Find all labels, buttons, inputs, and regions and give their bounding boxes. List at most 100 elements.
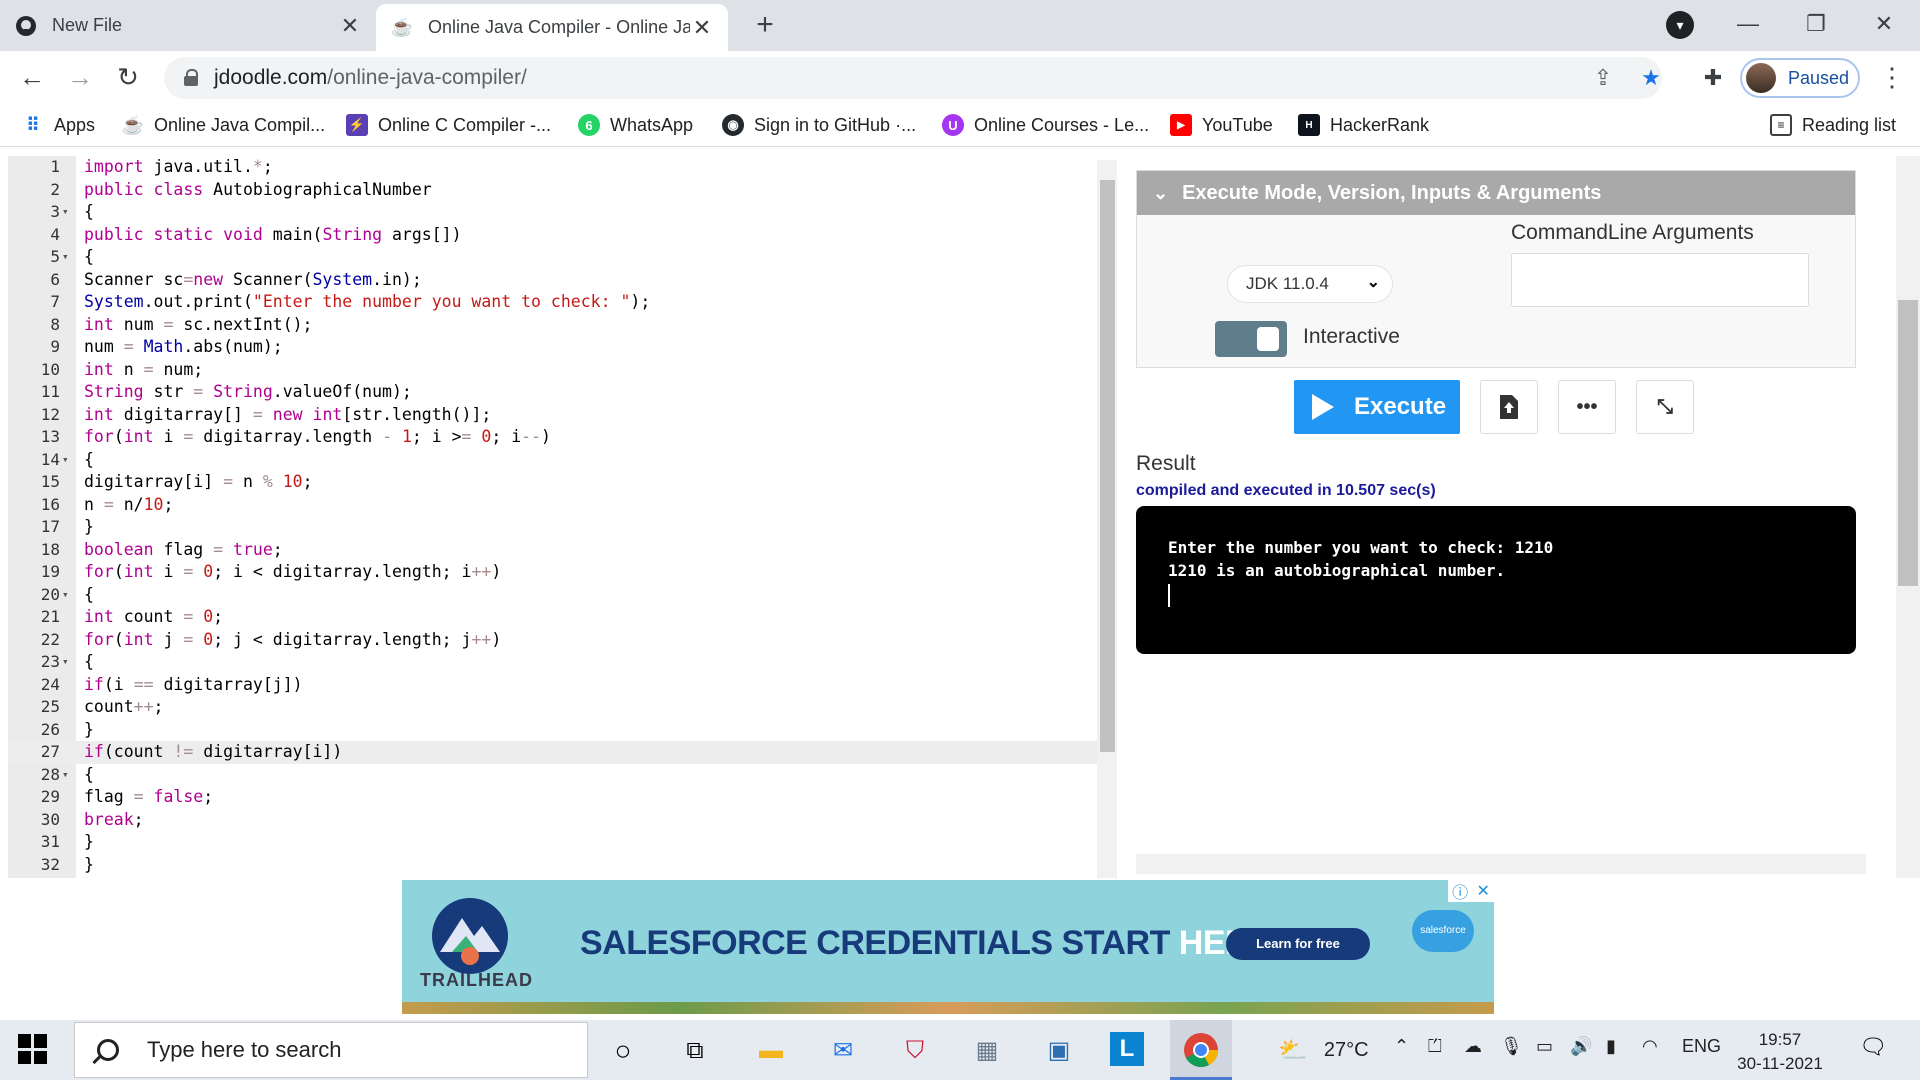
- code-line[interactable]: 27 if(count != digitarray[i]): [8, 741, 1108, 764]
- cmd-args-input[interactable]: [1511, 253, 1809, 307]
- more-options-button[interactable]: •••: [1558, 380, 1616, 434]
- reload-button[interactable]: ↻: [108, 57, 148, 97]
- fold-toggle-icon[interactable]: ▾: [62, 584, 74, 607]
- code-line[interactable]: 32}: [8, 854, 1108, 877]
- notification-icon[interactable]: 🗨: [1858, 1034, 1888, 1064]
- bookmark-youtube[interactable]: ▶ YouTube: [1170, 111, 1273, 139]
- code-line[interactable]: 30 break;: [8, 809, 1108, 832]
- bookmark-github[interactable]: ◉ Sign in to GitHub ·...: [722, 111, 916, 139]
- close-icon[interactable]: ✕: [690, 15, 714, 41]
- microphone-icon[interactable]: 🎙: [1500, 1036, 1523, 1057]
- more-menu-icon[interactable]: ⋮: [1872, 57, 1912, 97]
- extensions-icon[interactable]: ✚: [1694, 59, 1732, 97]
- forward-button[interactable]: →: [60, 57, 100, 97]
- code-line[interactable]: 22 for(int j = 0; j < digitarray.length; …: [8, 629, 1108, 652]
- back-button[interactable]: ←: [12, 57, 52, 97]
- ad-controls[interactable]: ⓘ ✕: [1448, 880, 1494, 902]
- fold-toggle-icon[interactable]: ▾: [62, 449, 74, 472]
- code-line[interactable]: 29 flag = false;: [8, 786, 1108, 809]
- upload-file-button[interactable]: [1480, 380, 1538, 434]
- code-line[interactable]: 8 int num = sc.nextInt();: [8, 314, 1108, 337]
- code-line[interactable]: 23 ▾ {: [8, 651, 1108, 674]
- wifi-icon[interactable]: ◠: [1642, 1036, 1658, 1057]
- code-line[interactable]: 2 public class AutobiographicalNumber: [8, 179, 1108, 202]
- execute-options-header[interactable]: ⌄ Execute Mode, Version, Inputs & Argume…: [1137, 171, 1855, 215]
- mail-icon[interactable]: ✉: [824, 1032, 862, 1070]
- code-line[interactable]: 14 ▾ {: [8, 449, 1108, 472]
- code-line[interactable]: 21 int count = 0;: [8, 606, 1108, 629]
- code-line[interactable]: 13 for(int i = digitarray.length - 1; i >…: [8, 426, 1108, 449]
- code-line[interactable]: 25 count++;: [8, 696, 1108, 719]
- code-line[interactable]: 19 for(int i = 0; i < digitarray.length; …: [8, 561, 1108, 584]
- language-indicator[interactable]: ENG: [1682, 1036, 1721, 1057]
- ad-banner[interactable]: TRAILHEAD SALESFORCE CREDENTIALS START H…: [402, 880, 1494, 1014]
- weather-widget[interactable]: ⛅ 27°C: [1278, 1036, 1369, 1065]
- bookmark-apps[interactable]: ⠿ Apps: [22, 111, 95, 139]
- taskbar-search-box[interactable]: Type here to search: [74, 1022, 588, 1078]
- bookmark-hackerrank[interactable]: H HackerRank: [1298, 111, 1429, 139]
- task-view-icon[interactable]: ⧉: [676, 1032, 714, 1070]
- page-scrollbar-thumb[interactable]: [1898, 300, 1918, 586]
- code-line[interactable]: 10 int n = num;: [8, 359, 1108, 382]
- close-icon[interactable]: ✕: [338, 13, 362, 39]
- ad-info-icon[interactable]: ⓘ: [1452, 880, 1468, 903]
- reading-list-button[interactable]: ≡ Reading list: [1770, 111, 1896, 139]
- code-editor[interactable]: 1 import java.util.*; 2 public class Autobi…: [8, 156, 1108, 878]
- code-line[interactable]: 24 if(i == digitarray[j]): [8, 674, 1108, 697]
- bookmark-online-java-compiler[interactable]: ☕ Online Java Compil...: [122, 111, 325, 139]
- code-line[interactable]: 9 num = Math.abs(num);: [8, 336, 1108, 359]
- restore-button[interactable]: ❐: [1788, 6, 1844, 42]
- tab-online-java-compiler[interactable]: ☕ Online Java Compiler - Online Ja ✕: [376, 4, 728, 51]
- photos-icon[interactable]: ▦: [968, 1032, 1006, 1070]
- display-icon[interactable]: ▭: [1536, 1036, 1553, 1057]
- share-icon[interactable]: ⇪: [1584, 59, 1622, 97]
- system-clock[interactable]: 19:57 30-11-2021: [1730, 1028, 1830, 1076]
- code-line[interactable]: 11 String str = String.valueOf(num);: [8, 381, 1108, 404]
- usb-icon[interactable]: ⏍: [1428, 1036, 1442, 1057]
- cortana-icon[interactable]: ○: [604, 1032, 642, 1070]
- file-explorer-icon[interactable]: ▬: [752, 1032, 790, 1070]
- chrome-taskbar-button[interactable]: [1170, 1020, 1232, 1080]
- fold-toggle-icon[interactable]: ▾: [62, 764, 74, 787]
- code-line[interactable]: 15 digitarray[i] = n % 10;: [8, 471, 1108, 494]
- code-line[interactable]: 5 ▾ {: [8, 246, 1108, 269]
- address-bar[interactable]: jdoodle.com/online-java-compiler/: [164, 57, 1662, 99]
- output-terminal[interactable]: Enter the number you want to check: 1210…: [1136, 506, 1856, 654]
- code-line[interactable]: 12 int digitarray[] = new int[str.length(…: [8, 404, 1108, 427]
- mcafee-icon[interactable]: ⛉: [896, 1032, 934, 1070]
- code-line[interactable]: 31}: [8, 831, 1108, 854]
- code-line[interactable]: 7 System.out.print("Enter the number you …: [8, 291, 1108, 314]
- editor-scrollbar-thumb[interactable]: [1100, 180, 1115, 752]
- volume-icon[interactable]: 🔊: [1570, 1036, 1592, 1057]
- onedrive-icon[interactable]: ☁: [1464, 1036, 1482, 1057]
- ad-close-icon[interactable]: ✕: [1476, 881, 1489, 901]
- profile-button[interactable]: Paused: [1740, 58, 1860, 98]
- ad-cta-button[interactable]: Learn for free: [1226, 928, 1370, 960]
- minimize-button[interactable]: —: [1720, 6, 1776, 42]
- code-line[interactable]: 20 ▾ {: [8, 584, 1108, 607]
- code-line[interactable]: 4 public static void main(String args[]): [8, 224, 1108, 247]
- new-tab-button[interactable]: +: [748, 8, 782, 42]
- bookmark-udemy[interactable]: U Online Courses - Le...: [942, 111, 1149, 139]
- windows-start-icon[interactable]: [18, 1034, 48, 1064]
- jdk-version-select[interactable]: JDK 11.0.4 ⌄: [1227, 265, 1393, 303]
- code-line[interactable]: 1 import java.util.*;: [8, 156, 1108, 179]
- battery-icon[interactable]: ▮: [1606, 1036, 1616, 1057]
- fold-toggle-icon[interactable]: ▾: [62, 201, 74, 224]
- code-line[interactable]: 3 ▾ {: [8, 201, 1108, 224]
- chevron-up-icon[interactable]: ⌃: [1394, 1036, 1409, 1057]
- code-line[interactable]: 6 Scanner sc=new Scanner(System.in);: [8, 269, 1108, 292]
- fullscreen-collapse-button[interactable]: ⤡: [1636, 380, 1694, 434]
- execute-button[interactable]: Execute: [1294, 380, 1460, 434]
- code-line[interactable]: 16 n = n/10;: [8, 494, 1108, 517]
- l-app-icon[interactable]: L: [1110, 1032, 1144, 1066]
- code-line[interactable]: 28 ▾ {: [8, 764, 1108, 787]
- code-line[interactable]: 26}: [8, 719, 1108, 742]
- code-line[interactable]: 17}: [8, 516, 1108, 539]
- fold-toggle-icon[interactable]: ▾: [62, 246, 74, 269]
- tab-new-file[interactable]: New File ✕: [0, 0, 376, 51]
- tab-search-icon[interactable]: ▾: [1666, 11, 1694, 39]
- code-line[interactable]: 18 boolean flag = true;: [8, 539, 1108, 562]
- window-close-button[interactable]: ✕: [1856, 6, 1912, 42]
- python-idle-icon[interactable]: ▣: [1040, 1032, 1078, 1070]
